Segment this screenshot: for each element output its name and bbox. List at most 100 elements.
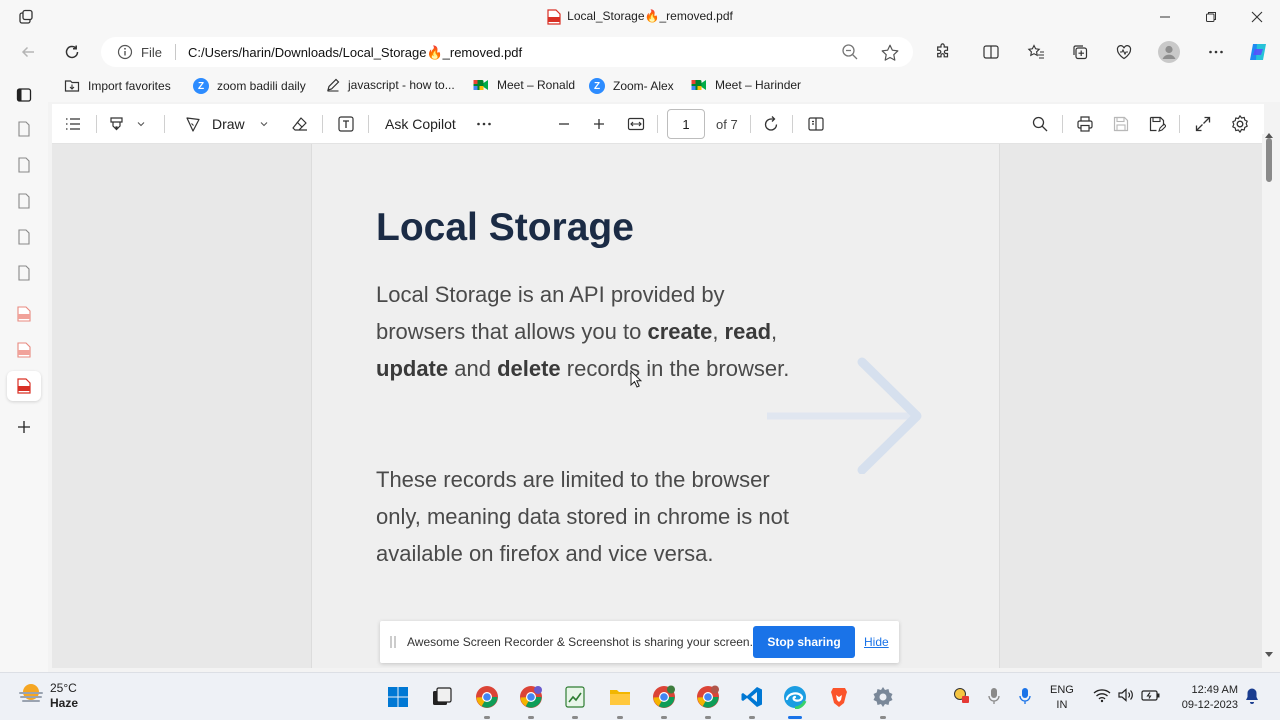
add-text-icon[interactable]: [337, 113, 355, 135]
windows-start-icon[interactable]: [384, 683, 412, 711]
draw-button[interactable]: Draw: [184, 113, 269, 135]
more-options-icon[interactable]: [1205, 41, 1227, 63]
weather-widget[interactable]: 25°C Haze: [18, 681, 78, 711]
page-total: of 7: [716, 116, 738, 132]
favorite-import[interactable]: Import favorites: [64, 78, 171, 94]
chrome-work-profile-icon[interactable]: [694, 683, 722, 711]
zoom-in-plus-icon[interactable]: [591, 113, 607, 135]
contents-list-icon[interactable]: [64, 113, 82, 135]
scroll-down-arrow-icon[interactable]: [1265, 652, 1273, 658]
favorite-zoom-alex[interactable]: Z Zoom- Alex: [589, 78, 674, 94]
restore-button[interactable]: [1199, 6, 1223, 28]
system-clock[interactable]: 12:49 AM 09-12-2023: [1170, 683, 1238, 713]
browser-essentials-icon[interactable]: [1113, 41, 1135, 63]
language-indicator[interactable]: ENG IN: [1050, 683, 1074, 713]
weather-temperature: 25°C: [50, 681, 77, 695]
extensions-icon[interactable]: [932, 41, 954, 63]
collections-icon[interactable]: [1069, 41, 1091, 63]
more-tools-icon[interactable]: [475, 113, 493, 135]
tab-page-icon[interactable]: [12, 153, 36, 177]
favorite-zoom-badili[interactable]: Zzoom badili daily: [193, 78, 306, 94]
print-icon[interactable]: [1076, 113, 1094, 135]
chevron-down-icon[interactable]: [136, 119, 146, 129]
edge-icon[interactable]: [781, 683, 809, 711]
tab-pdf-icon[interactable]: [12, 302, 36, 326]
rotate-icon[interactable]: [762, 113, 780, 135]
profile-avatar-icon[interactable]: [1158, 41, 1180, 63]
favorite-meet-harinder[interactable]: Meet – Harinder: [691, 78, 801, 92]
stop-sharing-button[interactable]: Stop sharing: [753, 626, 855, 658]
find-search-icon[interactable]: [1031, 113, 1049, 135]
pdf-viewer[interactable]: Local Storage Local Storage is an API pr…: [52, 144, 1262, 668]
document-title: Local Storage: [376, 206, 634, 249]
copilot-icon[interactable]: [1247, 41, 1269, 63]
document-paragraph-1: Local Storage is an API provided by brow…: [376, 276, 796, 387]
settings-gear-icon[interactable]: [1230, 113, 1250, 135]
toolbar-divider: [792, 115, 793, 133]
tab-pdf-active-icon[interactable]: [7, 371, 41, 401]
eraser-icon[interactable]: [291, 113, 309, 135]
address-bar[interactable]: File C:/Users/harin/Downloads/Local_Stor…: [101, 37, 913, 67]
refresh-button[interactable]: [59, 40, 85, 64]
zoom-icon: Z: [193, 78, 209, 94]
task-view-icon[interactable]: [428, 683, 456, 711]
brave-icon[interactable]: [825, 683, 853, 711]
tab-page-icon[interactable]: [12, 225, 36, 249]
favorite-star-icon[interactable]: [880, 43, 900, 63]
vertical-scrollbar[interactable]: [1262, 133, 1276, 668]
vertical-tabs-sidebar: [0, 70, 48, 672]
toolbar-divider: [322, 115, 323, 133]
zoom-out-icon[interactable]: [841, 43, 859, 61]
hide-banner-link[interactable]: Hide: [864, 635, 889, 649]
microphone-active-icon[interactable]: [1018, 687, 1032, 705]
chrome-icon[interactable]: [473, 683, 501, 711]
ask-copilot-button[interactable]: Ask Copilot: [385, 113, 456, 135]
fullscreen-expand-icon[interactable]: [1194, 113, 1212, 135]
tab-page-icon[interactable]: [12, 261, 36, 285]
scrollbar-thumb[interactable]: [1266, 138, 1272, 182]
fit-page-icon[interactable]: [627, 113, 645, 135]
notification-bell-icon[interactable]: [1244, 687, 1260, 705]
running-indicator: [572, 716, 578, 719]
screen-sharing-banner: Awesome Screen Recorder & Screenshot is …: [380, 621, 899, 663]
page-view-icon[interactable]: [807, 113, 825, 135]
microphone-muted-icon[interactable]: [987, 687, 1001, 705]
new-tab-plus-icon[interactable]: [12, 415, 36, 439]
volume-icon[interactable]: [1117, 687, 1135, 703]
zoom-out-minus-icon[interactable]: [556, 113, 572, 135]
split-screen-icon[interactable]: [980, 41, 1002, 63]
running-indicator: [705, 716, 711, 719]
wifi-icon[interactable]: [1093, 687, 1111, 703]
para-text: ,: [712, 319, 725, 344]
back-button[interactable]: [15, 40, 41, 64]
address-url[interactable]: C:/Users/harin/Downloads/Local_Storage🔥_…: [188, 45, 522, 61]
close-button[interactable]: [1245, 6, 1269, 28]
file-explorer-icon[interactable]: [606, 683, 634, 711]
favorite-meet-ronald[interactable]: Meet – Ronald: [473, 78, 575, 92]
para-text: and: [448, 356, 498, 381]
settings-app-icon[interactable]: [869, 683, 897, 711]
battery-charging-icon[interactable]: [1141, 687, 1161, 703]
minimize-button[interactable]: [1153, 6, 1177, 28]
tab-page-icon[interactable]: [12, 189, 36, 213]
chrome-alt-profile-icon[interactable]: [650, 683, 678, 711]
page-number-input[interactable]: 1: [667, 109, 705, 139]
toolbar-divider: [1179, 115, 1180, 133]
drag-handle-icon[interactable]: [390, 635, 396, 649]
site-info-icon[interactable]: [117, 44, 133, 60]
favorites-list-icon[interactable]: [1025, 41, 1047, 63]
tab-actions-icon[interactable]: [12, 83, 36, 107]
tab-pdf-icon[interactable]: [12, 338, 36, 362]
favorite-javascript[interactable]: javascript - how to...: [326, 78, 455, 92]
highlight-button[interactable]: [108, 113, 146, 135]
vscode-icon[interactable]: [738, 683, 766, 711]
window-title: Local_Storage🔥_removed.pdf: [0, 9, 1280, 25]
tab-page-icon[interactable]: [12, 117, 36, 141]
windows-taskbar: 25°C Haze ENG IN 12:49 AM 09-12-2023: [0, 672, 1280, 720]
chrome-profile-icon[interactable]: [517, 683, 545, 711]
sheet-app-icon[interactable]: [561, 683, 589, 711]
import-icon: [64, 78, 80, 94]
save-as-icon[interactable]: [1148, 113, 1166, 135]
tray-app-icon[interactable]: [953, 687, 971, 705]
chevron-down-icon[interactable]: [259, 119, 269, 129]
